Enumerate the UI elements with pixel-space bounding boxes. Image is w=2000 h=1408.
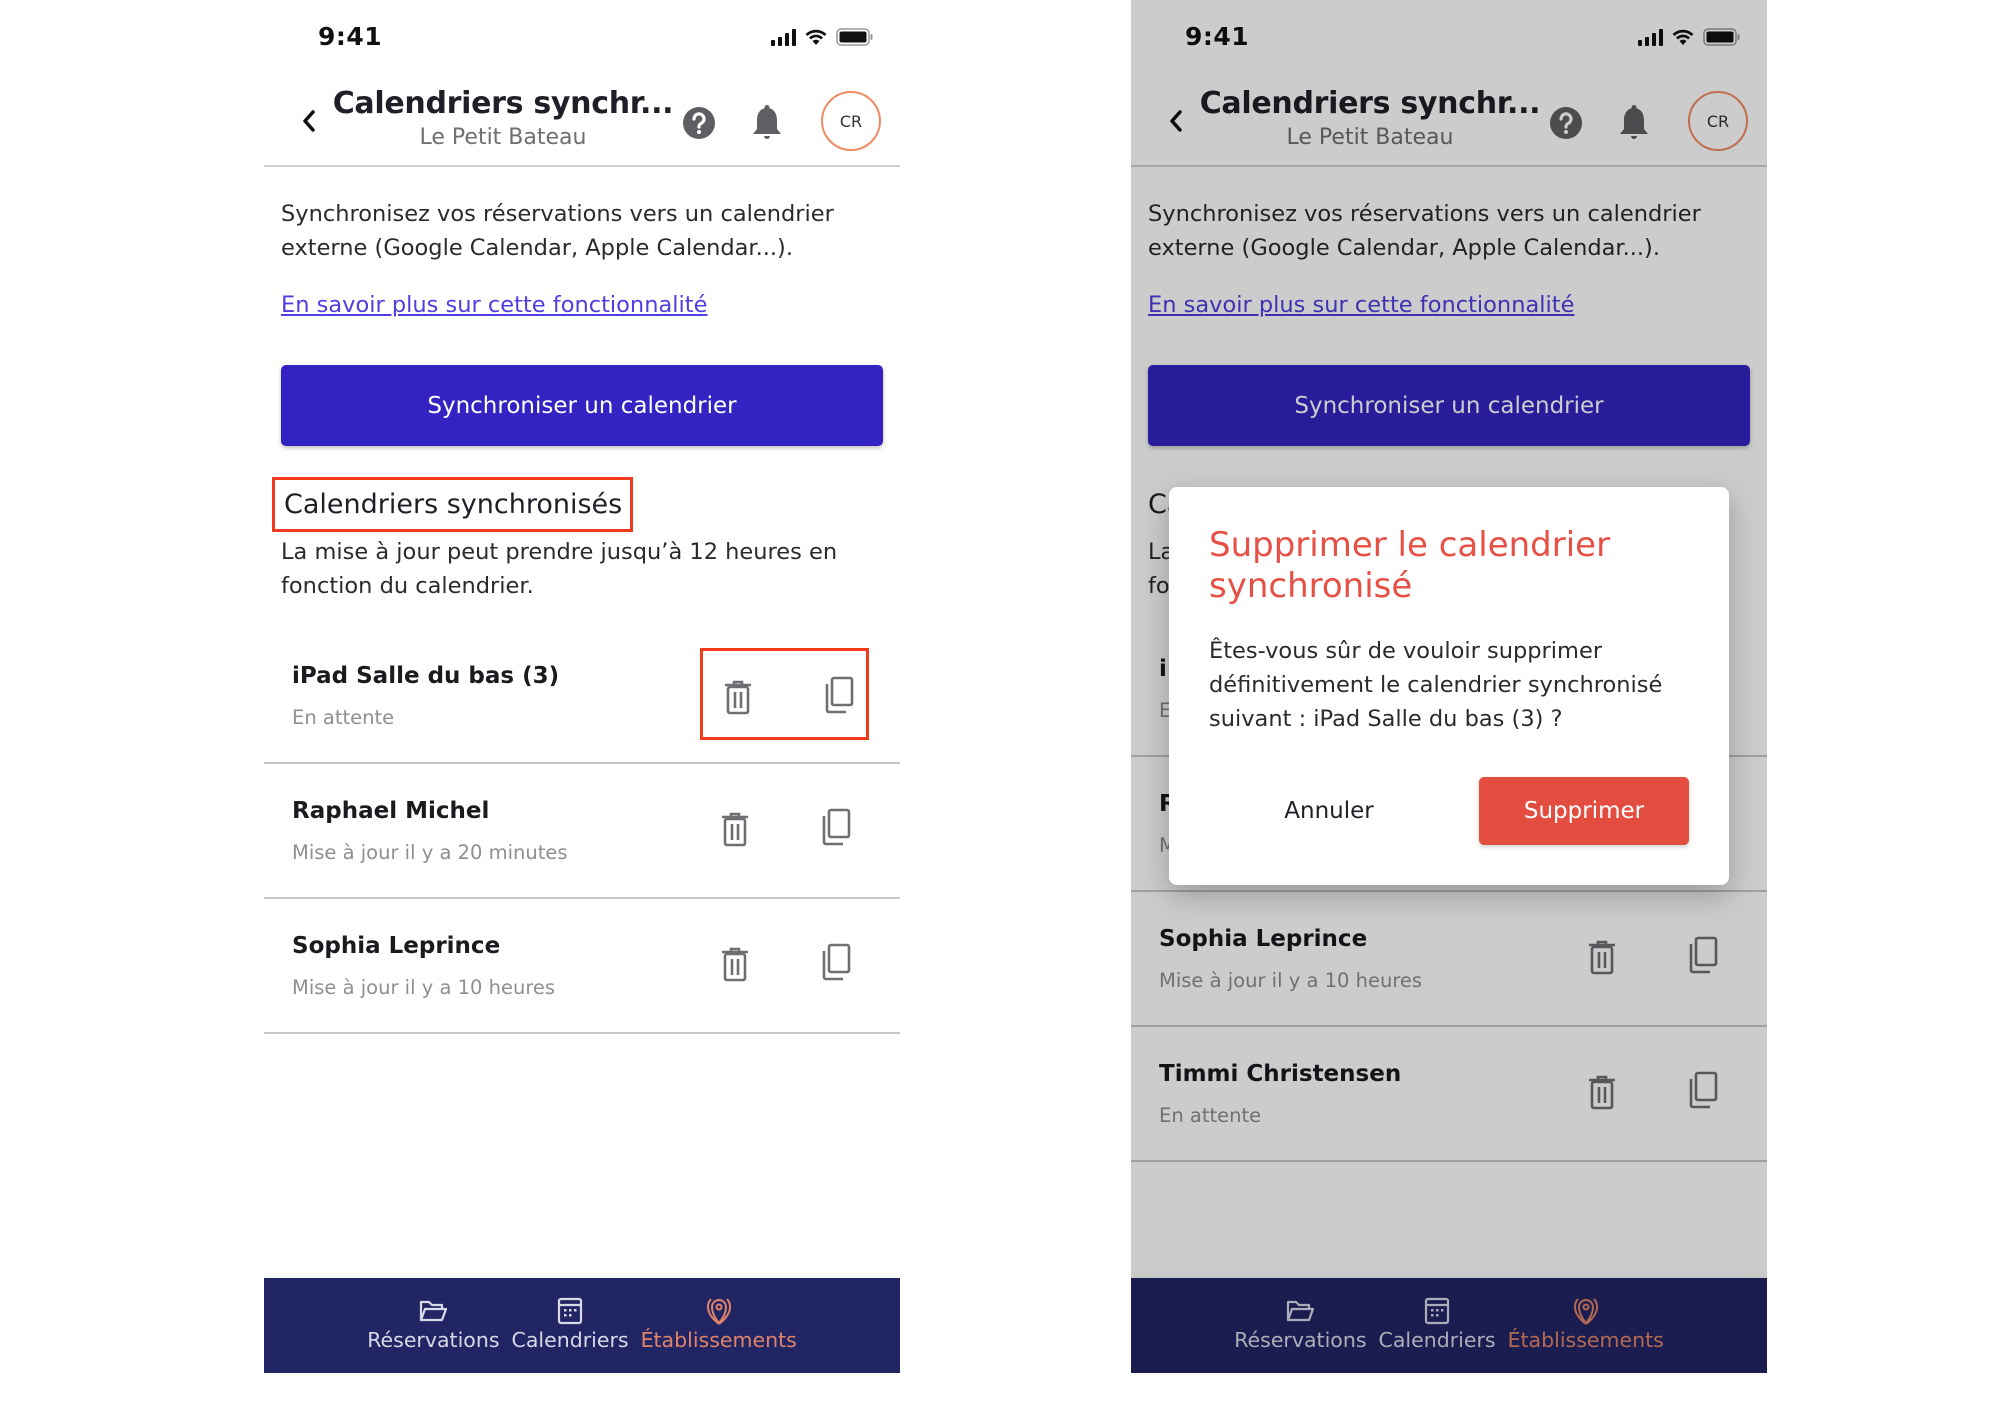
notifications-button[interactable] (750, 104, 784, 142)
copy-link-button[interactable] (818, 942, 854, 982)
cancel-button[interactable]: Annuler (1269, 777, 1389, 845)
calendar-status: Mise à jour il y a 20 minutes (292, 841, 568, 864)
dialog-title: Supprimer le calendrier synchronisé (1209, 525, 1611, 606)
location-pin-icon (704, 1296, 734, 1326)
copy-link-button[interactable] (818, 807, 854, 847)
calendar-status: Mise à jour il y a 10 heures (292, 976, 556, 999)
section-heading-highlight: Calendriers synchronisés (272, 477, 634, 532)
calendar-row: iPad Salle du bas (3) En attente (264, 629, 900, 764)
calendar-name: Sophia Leprince (292, 933, 501, 959)
help-button[interactable] (682, 106, 716, 140)
chevron-left-icon (303, 110, 315, 132)
nav-label: Établissements (640, 1328, 797, 1352)
calendar-name: Raphael Michel (292, 798, 490, 824)
question-circle-icon (683, 107, 715, 139)
confirm-delete-button[interactable]: Supprimer (1479, 777, 1689, 845)
status-time: 9:41 (318, 22, 383, 51)
copy-icon (822, 943, 851, 981)
copy-icon (825, 676, 854, 714)
section-heading: Calendriers synchronisés (284, 489, 623, 520)
calendar-row: Raphael Michel Mise à jour il y a 20 min… (264, 764, 900, 899)
row-actions-highlight (700, 648, 869, 740)
nav-item-calendars[interactable]: Calendriers (512, 1296, 629, 1352)
calendar-icon (557, 1296, 583, 1326)
battery-icon (836, 28, 874, 46)
intro-text: Synchronisez vos réservations vers un ca… (281, 201, 834, 261)
trash-icon (722, 947, 748, 982)
status-bar: 9:41 (264, 0, 900, 76)
folder-icon (418, 1296, 448, 1326)
page-subtitle: Le Petit Bateau (419, 125, 587, 150)
nav-item-establishments[interactable]: Établissements (641, 1296, 797, 1352)
delete-calendar-button[interactable] (721, 677, 755, 717)
phone-screen-delete-dialog: 9:41 Calendriers synchr... Le Petit Bate… (1131, 0, 1767, 1373)
copy-icon (822, 808, 851, 846)
calendar-list: iPad Salle du bas (3) En attente Raphael… (264, 629, 900, 1034)
calendar-status: En attente (292, 706, 395, 729)
learn-more-link[interactable]: En savoir plus sur cette fonctionnalité (281, 292, 707, 318)
trash-icon (725, 680, 751, 715)
phone-screen-list: 9:41 Calendriers synchr... Le Petit Bate… (264, 0, 900, 1373)
nav-item-reservations[interactable]: Réservations (367, 1296, 500, 1352)
cellular-signal-icon (771, 28, 796, 46)
section-subtitle: La mise à jour peut prendre jusqu’à 12 h… (281, 539, 838, 599)
back-button[interactable] (294, 104, 324, 138)
bottom-nav: Réservations Calendriers Établissements (264, 1278, 900, 1373)
delete-calendar-button[interactable] (718, 809, 752, 849)
app-header: Calendriers synchr... Le Petit Bateau CR (264, 76, 900, 167)
calendar-name: iPad Salle du bas (3) (292, 663, 560, 689)
delete-confirmation-dialog: Supprimer le calendrier synchronisé Êtes… (1169, 487, 1729, 885)
nav-label: Calendriers (511, 1328, 629, 1352)
bell-icon (753, 105, 781, 139)
sync-calendar-button[interactable]: Synchroniser un calendrier (281, 365, 883, 446)
delete-calendar-button[interactable] (718, 944, 752, 984)
user-avatar[interactable]: CR (821, 91, 881, 151)
page-title: Calendriers synchr... (332, 86, 674, 121)
nav-label: Réservations (367, 1328, 500, 1352)
trash-icon (722, 812, 748, 847)
dialog-message: Êtes-vous sûr de vouloir supprimer défin… (1209, 638, 1663, 732)
calendar-row: Sophia Leprince Mise à jour il y a 10 he… (264, 899, 900, 1034)
wifi-icon (804, 28, 828, 46)
copy-link-button[interactable] (821, 675, 857, 715)
